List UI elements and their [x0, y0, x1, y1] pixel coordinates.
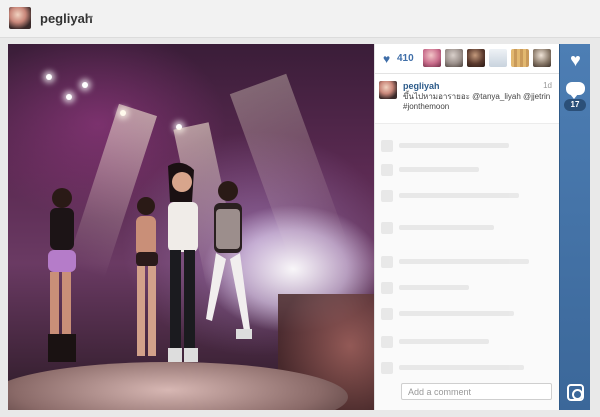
heart-icon: ♥ [383, 52, 391, 66]
comment-placeholder [381, 308, 553, 324]
comment-placeholder [381, 140, 553, 156]
action-bar: ♥ 17 [559, 44, 590, 410]
comment-placeholder [381, 222, 553, 238]
comment-placeholder [381, 336, 553, 352]
comment-placeholder [381, 362, 553, 378]
avatar[interactable] [379, 81, 397, 99]
liker-avatars [423, 49, 551, 67]
liker-avatar[interactable] [533, 49, 551, 67]
like-count[interactable]: 410 [397, 53, 414, 64]
comment-timestamp: 1d [543, 81, 552, 90]
comment-username[interactable]: pegliyah [403, 81, 440, 91]
performer [40, 184, 80, 364]
stage-light [46, 74, 52, 80]
comment-placeholder [381, 164, 553, 180]
comment-placeholder [381, 256, 553, 272]
comments-panel: ♥ 410 pegliyah 1d ขึ้นไปหามอารายอะ @tany… [374, 44, 560, 410]
liker-avatar[interactable] [467, 49, 485, 67]
stage-light [66, 94, 72, 100]
performer [198, 179, 258, 359]
liker-avatar[interactable] [489, 49, 507, 67]
likes-row: ♥ 410 [375, 44, 560, 74]
chevron-down-icon[interactable]: ▾ [89, 13, 93, 22]
liker-avatar[interactable] [423, 49, 441, 67]
avatar[interactable] [9, 7, 31, 29]
comment-count-badge: 17 [564, 99, 586, 111]
liker-avatar[interactable] [511, 49, 529, 67]
top-bar: pegliyah ▾ [0, 0, 600, 38]
stage-light [82, 82, 88, 88]
comment-placeholder [381, 282, 553, 298]
add-comment-input[interactable] [401, 383, 552, 400]
heart-icon[interactable]: ♥ [560, 50, 591, 71]
post-photo[interactable] [8, 44, 374, 410]
comment-placeholder [381, 190, 553, 206]
caption-comment: pegliyah 1d ขึ้นไปหามอารายอะ @tanya_liya… [375, 74, 560, 124]
comment-icon[interactable] [566, 82, 585, 99]
comment-text: ขึ้นไปหามอารายอะ @tanya_liyah @jjetrin #… [403, 92, 551, 111]
liker-avatar[interactable] [445, 49, 463, 67]
instagram-icon[interactable] [567, 384, 584, 401]
profile-username[interactable]: pegliyah [40, 11, 93, 26]
